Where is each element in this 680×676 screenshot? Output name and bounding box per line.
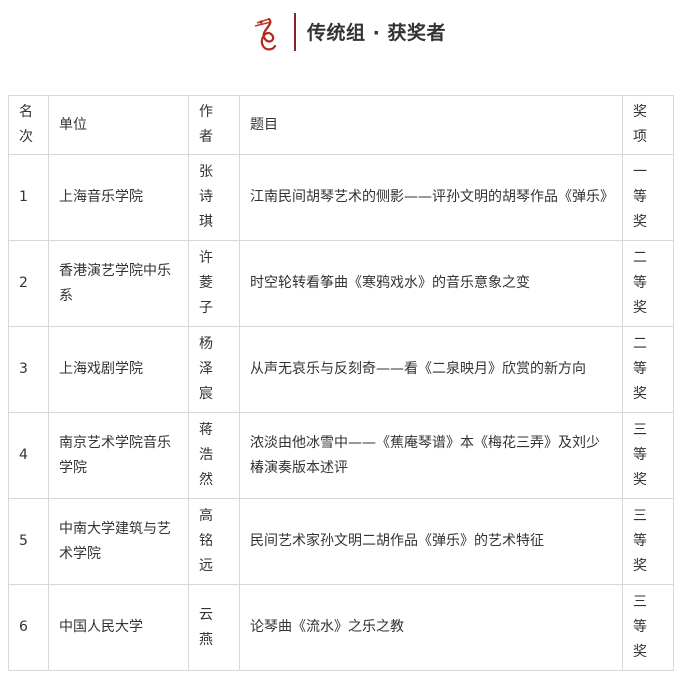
- cell-unit: 中南大学建筑与艺术学院: [48, 498, 189, 585]
- header-topic: 题目: [239, 95, 623, 155]
- cell-author: 许菱子: [188, 240, 240, 327]
- music-logo-icon: [254, 17, 277, 51]
- cell-award: 三等奖: [622, 584, 674, 671]
- table-row: 5 中南大学建筑与艺术学院 高铭远 民间艺术家孙文明二胡作品《弹乐》的艺术特征 …: [8, 498, 674, 585]
- cell-topic: 浓淡由他冰雪中——《蕉庵琴谱》本《梅花三弄》及刘少椿演奏版本述评: [239, 412, 623, 499]
- header-author: 作者: [188, 95, 240, 155]
- cell-unit: 南京艺术学院音乐学院: [48, 412, 189, 499]
- cell-author: 高铭远: [188, 498, 240, 585]
- table-header-row: 名次 单位 作者 题目 奖项: [8, 95, 674, 155]
- page-title: 传统组 · 获奖者: [307, 22, 446, 44]
- cell-topic: 江南民间胡琴艺术的侧影——评孙文明的胡琴作品《弹乐》: [239, 154, 623, 241]
- cell-unit: 上海音乐学院: [48, 154, 189, 241]
- cell-author: 张诗琪: [188, 154, 240, 241]
- awards-table: 名次 单位 作者 题目 奖项 1 上海音乐学院 张诗琪 江南民间胡琴艺术的侧影—…: [8, 95, 674, 671]
- cell-award: 三等奖: [622, 412, 674, 499]
- cell-award: 三等奖: [622, 498, 674, 585]
- header-unit: 单位: [48, 95, 189, 155]
- cell-author: 云燕: [188, 584, 240, 671]
- cell-award: 二等奖: [622, 326, 674, 413]
- cell-topic: 时空轮转看筝曲《寒鸦戏水》的音乐意象之变: [239, 240, 623, 327]
- cell-topic: 论琴曲《流水》之乐之教: [239, 584, 623, 671]
- cell-rank: 1: [8, 154, 49, 241]
- cell-rank: 5: [8, 498, 49, 585]
- cell-topic: 民间艺术家孙文明二胡作品《弹乐》的艺术特征: [239, 498, 623, 585]
- cell-rank: 2: [8, 240, 49, 327]
- header-rank: 名次: [8, 95, 49, 155]
- cell-unit: 上海戏剧学院: [48, 326, 189, 413]
- cell-author: 蒋浩然: [188, 412, 240, 499]
- page-header: 传统组 · 获奖者: [0, 0, 680, 70]
- header-divider: [294, 13, 296, 51]
- table-row: 1 上海音乐学院 张诗琪 江南民间胡琴艺术的侧影——评孙文明的胡琴作品《弹乐》 …: [8, 154, 674, 241]
- cell-author: 杨泽宸: [188, 326, 240, 413]
- cell-award: 二等奖: [622, 240, 674, 327]
- table-row: 6 中国人民大学 云燕 论琴曲《流水》之乐之教 三等奖: [8, 584, 674, 671]
- cell-rank: 6: [8, 584, 49, 671]
- table-row: 2 香港演艺学院中乐系 许菱子 时空轮转看筝曲《寒鸦戏水》的音乐意象之变 二等奖: [8, 240, 674, 327]
- cell-award: 一等奖: [622, 154, 674, 241]
- cell-topic: 从声无哀乐与反刻奇——看《二泉映月》欣赏的新方向: [239, 326, 623, 413]
- cell-unit: 香港演艺学院中乐系: [48, 240, 189, 327]
- cell-unit: 中国人民大学: [48, 584, 189, 671]
- cell-rank: 4: [8, 412, 49, 499]
- cell-rank: 3: [8, 326, 49, 413]
- table-row: 4 南京艺术学院音乐学院 蒋浩然 浓淡由他冰雪中——《蕉庵琴谱》本《梅花三弄》及…: [8, 412, 674, 499]
- header-award: 奖项: [622, 95, 674, 155]
- table-row: 3 上海戏剧学院 杨泽宸 从声无哀乐与反刻奇——看《二泉映月》欣赏的新方向 二等…: [8, 326, 674, 413]
